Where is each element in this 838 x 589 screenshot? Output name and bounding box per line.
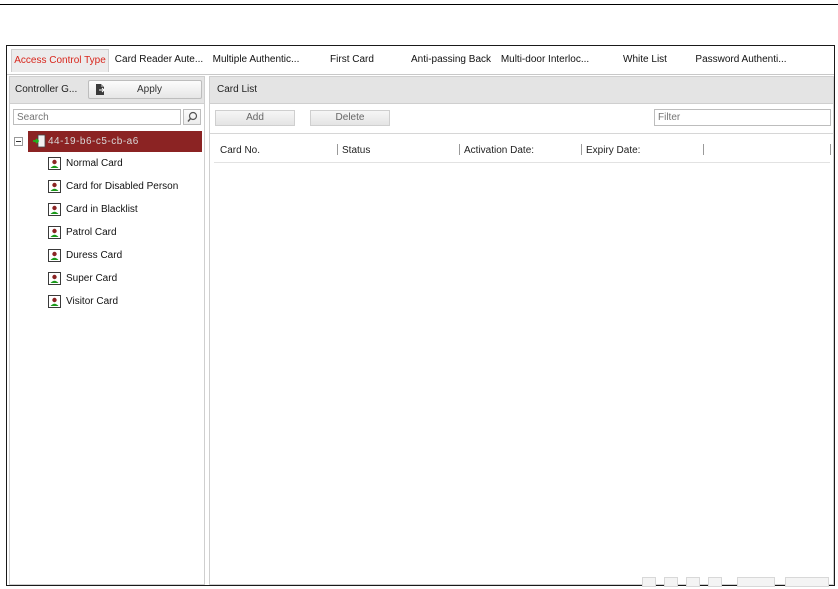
door-controller-icon: [33, 134, 46, 148]
page-top-rule: [0, 4, 838, 5]
toolbar-divider: [210, 133, 833, 134]
pager-first-button[interactable]: [642, 577, 656, 587]
column-divider: [581, 144, 582, 155]
column-divider: [337, 144, 338, 155]
search-field[interactable]: [13, 109, 181, 125]
card-person-icon: [48, 180, 61, 193]
tree-item-patrol-card[interactable]: Patrol Card: [48, 223, 203, 243]
apply-button[interactable]: Apply: [88, 80, 202, 99]
column-card-no[interactable]: Card No.: [220, 145, 260, 156]
filter-field[interactable]: [654, 109, 831, 126]
search-input[interactable]: [14, 110, 180, 124]
card-list-title: Card List: [217, 84, 258, 95]
tab-bar: Access Control Type Card Reader Aute... …: [7, 46, 834, 75]
tab-access-control-type[interactable]: Access Control Type: [11, 49, 109, 72]
card-person-icon: [48, 249, 61, 262]
card-person-icon: [48, 203, 61, 216]
access-control-window: Access Control Type Card Reader Aute... …: [6, 45, 835, 587]
tab-first-card[interactable]: First Card: [319, 49, 385, 71]
card-person-icon: [48, 272, 61, 285]
tree-item-label: Normal Card: [66, 158, 123, 169]
tree-item-label: Card for Disabled Person: [66, 181, 179, 192]
tab-password-authentication[interactable]: Password Authenti...: [691, 49, 791, 71]
column-divider: [830, 144, 831, 155]
tree-root-label: 44-19-b6-c5-cb-a6: [48, 136, 139, 147]
tab-card-reader-authentication[interactable]: Card Reader Aute...: [110, 49, 208, 71]
card-person-icon: [48, 295, 61, 308]
column-activation-date[interactable]: Activation Date:: [464, 145, 534, 156]
card-list-header: Card List: [210, 77, 833, 104]
tree-item-super-card[interactable]: Super Card: [48, 269, 203, 289]
tree-item-label: Visitor Card: [66, 296, 119, 307]
column-expiry-date[interactable]: Expiry Date:: [586, 145, 640, 156]
column-divider: [703, 144, 704, 155]
delete-button[interactable]: Delete: [310, 110, 390, 126]
tree-item-card-for-disabled-person[interactable]: Card for Disabled Person: [48, 177, 203, 197]
filter-input[interactable]: [655, 110, 830, 125]
controller-panel-header: Controller G... Apply: [10, 77, 204, 104]
tree-item-normal-card[interactable]: Normal Card: [48, 154, 203, 174]
card-person-icon: [48, 226, 61, 239]
collapse-toggle-icon[interactable]: [14, 137, 23, 146]
card-list-panel: Card List Add Delete Card No. Status Act…: [209, 76, 834, 587]
column-divider: [459, 144, 460, 155]
apply-label: Apply: [137, 84, 163, 95]
tree-item-duress-card[interactable]: Duress Card: [48, 246, 203, 266]
pager-prev-button[interactable]: [664, 577, 678, 587]
tree-root-device[interactable]: 44-19-b6-c5-cb-a6: [28, 131, 202, 152]
tab-white-list[interactable]: White List: [615, 49, 675, 71]
tab-multi-door-interlock[interactable]: Multi-door Interloc...: [497, 49, 593, 71]
pager-last-button[interactable]: [708, 577, 722, 587]
column-status[interactable]: Status: [342, 145, 370, 156]
controller-panel: Controller G... Apply Search 44-19-b6-c5…: [9, 76, 205, 585]
tree-item-card-in-blacklist[interactable]: Card in Blacklist: [48, 200, 203, 220]
pager-go-button[interactable]: [785, 577, 829, 587]
search-button[interactable]: [183, 109, 201, 125]
header-row-divider: [214, 162, 830, 163]
tree-item-label: Super Card: [66, 273, 118, 284]
search-icon: [187, 111, 198, 122]
tree-item-label: Duress Card: [66, 250, 123, 261]
add-button[interactable]: Add: [215, 110, 295, 126]
tree-item-visitor-card[interactable]: Visitor Card: [48, 292, 203, 312]
tab-anti-passing-back[interactable]: Anti-passing Back: [406, 49, 496, 71]
controller-group-label: Controller G...: [15, 84, 78, 95]
pager-next-button[interactable]: [686, 577, 700, 587]
tree-item-label: Card in Blacklist: [66, 204, 138, 215]
tab-multiple-authentication[interactable]: Multiple Authentic...: [208, 49, 304, 71]
pager-page-field[interactable]: [737, 577, 775, 587]
save-apply-icon: [96, 84, 105, 95]
card-person-icon: [48, 157, 61, 170]
tree-item-label: Patrol Card: [66, 227, 117, 238]
